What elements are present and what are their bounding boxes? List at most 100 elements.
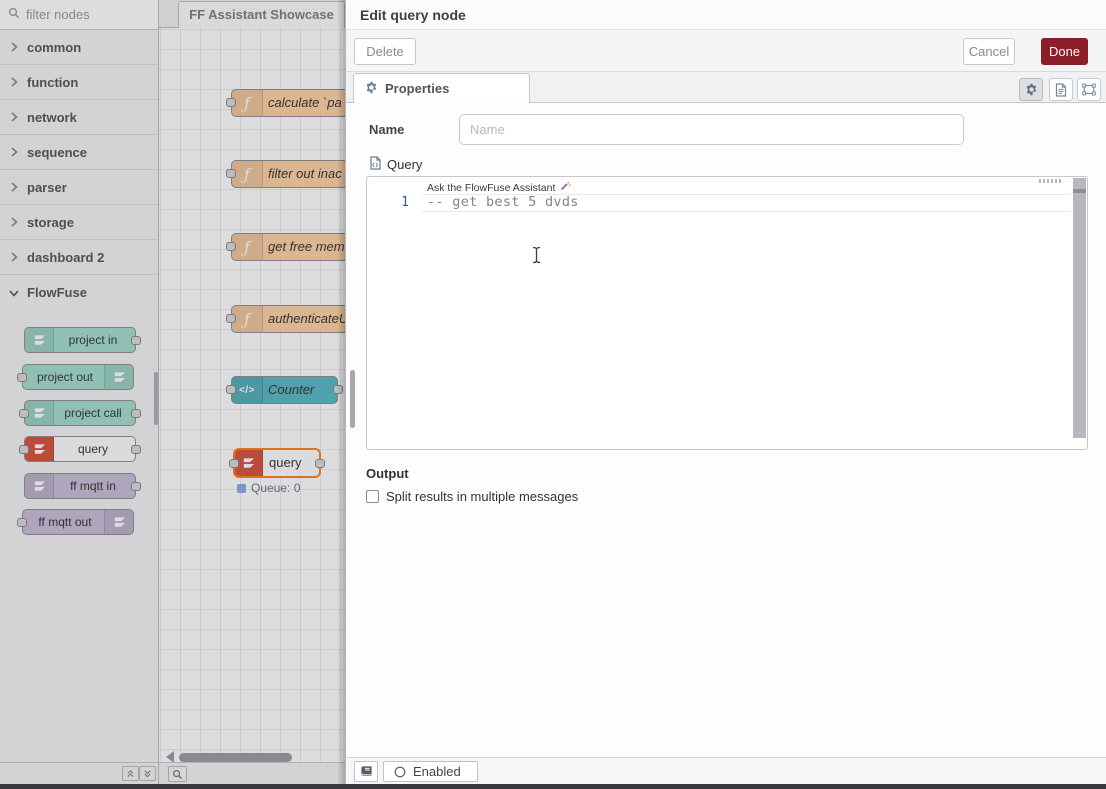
- palette-category-dashboard2[interactable]: dashboard 2: [0, 240, 158, 275]
- palette-node-project-call[interactable]: project call: [24, 400, 136, 426]
- palette-node-project-in[interactable]: project in: [24, 327, 136, 353]
- flow-tab[interactable]: FF Assistant Showcase: [178, 1, 345, 28]
- docs-button[interactable]: [354, 761, 378, 782]
- node-status: Queue: 0: [237, 481, 300, 495]
- flowfuse-icon: [25, 474, 54, 498]
- done-button[interactable]: Done: [1041, 38, 1088, 65]
- output-section-label: Output: [366, 466, 409, 481]
- chevron-right-icon: [10, 182, 18, 192]
- sql-code-editor[interactable]: Ask the FlowFuse Assistant 1 -- get best…: [366, 176, 1088, 450]
- palette-category-storage[interactable]: storage: [0, 205, 158, 240]
- palette-node-query[interactable]: query: [24, 436, 136, 462]
- function-icon: ƒ: [232, 234, 263, 260]
- input-port[interactable]: [226, 98, 236, 107]
- enabled-toggle-button[interactable]: Enabled: [383, 761, 478, 782]
- input-port[interactable]: [229, 459, 239, 468]
- input-port[interactable]: [226, 385, 236, 394]
- function-node-filter[interactable]: ƒ filter out inac: [231, 160, 345, 188]
- status-dot-icon: [237, 484, 246, 493]
- tray-toolbar: Delete Cancel Done: [346, 30, 1106, 72]
- query-field-label: Query: [369, 156, 422, 173]
- chevron-right-icon: [10, 77, 18, 87]
- palette-category-flowfuse[interactable]: FlowFuse: [0, 275, 158, 310]
- editor-minimap: [1039, 179, 1063, 183]
- palette-category-function[interactable]: function: [0, 65, 158, 100]
- tab-properties-label: Properties: [385, 81, 449, 96]
- palette-search-box[interactable]: filter nodes: [0, 0, 158, 30]
- magic-wand-icon: [559, 180, 571, 195]
- editor-scrollbar[interactable]: [1073, 178, 1086, 438]
- double-chevron-down-icon: [143, 769, 152, 778]
- editor-line-separator: [422, 211, 1070, 212]
- counter-node[interactable]: </> Counter: [231, 376, 338, 404]
- horizontal-scrollbar[interactable]: [179, 753, 292, 762]
- gear-icon: [1025, 83, 1038, 96]
- query-node-selected[interactable]: query: [233, 448, 321, 478]
- output-port[interactable]: [131, 336, 141, 345]
- name-input[interactable]: [459, 114, 964, 145]
- chevron-right-icon: [10, 112, 18, 122]
- object-group-icon: [1082, 83, 1096, 96]
- function-icon: ƒ: [232, 306, 263, 332]
- enabled-label: Enabled: [413, 764, 461, 779]
- chevron-right-icon: [10, 252, 18, 262]
- input-port[interactable]: [226, 314, 236, 323]
- flowfuse-icon: [25, 401, 54, 425]
- code-line: -- get best 5 dvds: [427, 194, 579, 210]
- palette-node-ff-mqtt-out[interactable]: ff mqtt out: [22, 509, 134, 535]
- split-results-row: Split results in multiple messages: [366, 489, 578, 504]
- flow-workspace[interactable]: FF Assistant Showcase ƒ calculate `pa ƒ …: [159, 0, 345, 789]
- input-port[interactable]: [19, 445, 29, 454]
- palette-category-network[interactable]: network: [0, 100, 158, 135]
- palette-node-project-out[interactable]: project out: [22, 364, 134, 390]
- split-results-checkbox[interactable]: [366, 490, 379, 503]
- assistant-hint[interactable]: Ask the FlowFuse Assistant: [427, 180, 571, 195]
- function-node-calculate[interactable]: ƒ calculate `pa: [231, 89, 345, 117]
- palette-category-common[interactable]: common: [0, 30, 158, 65]
- workspace-tab-bar: FF Assistant Showcase: [159, 0, 345, 28]
- expand-all-button[interactable]: [139, 766, 156, 781]
- palette-category-sequence[interactable]: sequence: [0, 135, 158, 170]
- function-node-authenticate[interactable]: ƒ authenticateU: [231, 305, 345, 333]
- flowfuse-icon: [25, 328, 54, 352]
- palette-scrollbar[interactable]: [154, 372, 158, 425]
- tray-footer: Enabled: [346, 757, 1106, 784]
- output-port[interactable]: [333, 385, 343, 394]
- input-port[interactable]: [19, 409, 29, 418]
- input-port[interactable]: [226, 242, 236, 251]
- input-port[interactable]: [17, 373, 27, 382]
- palette-node-ff-mqtt-in[interactable]: ff mqtt in: [24, 473, 136, 499]
- status-text: Queue: 0: [251, 481, 300, 495]
- zoom-search-button[interactable]: [168, 766, 187, 782]
- input-port[interactable]: [226, 169, 236, 178]
- tray-header: Edit query node: [346, 0, 1106, 30]
- chevron-right-icon: [10, 147, 18, 157]
- palette-category-parser[interactable]: parser: [0, 170, 158, 205]
- delete-button[interactable]: Delete: [354, 38, 416, 65]
- node-red-app: filter nodes common function network seq…: [0, 0, 1106, 789]
- properties-tab-button[interactable]: [1019, 78, 1043, 101]
- tab-properties[interactable]: Properties: [353, 73, 530, 103]
- palette-sidebar: filter nodes common function network seq…: [0, 0, 159, 789]
- appearance-tab-button[interactable]: [1077, 78, 1101, 101]
- collapse-all-button[interactable]: [122, 766, 139, 781]
- output-port[interactable]: [131, 482, 141, 491]
- flowfuse-icon: [104, 365, 133, 389]
- function-icon: ƒ: [232, 90, 263, 116]
- flowfuse-icon: [104, 510, 133, 534]
- output-port[interactable]: [131, 409, 141, 418]
- palette-footer: [0, 762, 158, 784]
- palette-search-placeholder: filter nodes: [26, 7, 90, 22]
- cancel-button[interactable]: Cancel: [963, 38, 1015, 65]
- circle-icon: [394, 766, 406, 778]
- input-port[interactable]: [17, 518, 27, 527]
- flowfuse-query-icon: [25, 437, 54, 461]
- book-icon: [360, 765, 373, 778]
- document-icon: [1055, 83, 1067, 97]
- output-port[interactable]: [131, 445, 141, 454]
- function-node-getfreemem[interactable]: ƒ get free mem: [231, 233, 345, 261]
- tray-resize-handle[interactable]: [350, 370, 355, 428]
- description-tab-button[interactable]: [1049, 78, 1073, 101]
- output-port[interactable]: [315, 459, 325, 468]
- line-number: 1: [391, 195, 409, 210]
